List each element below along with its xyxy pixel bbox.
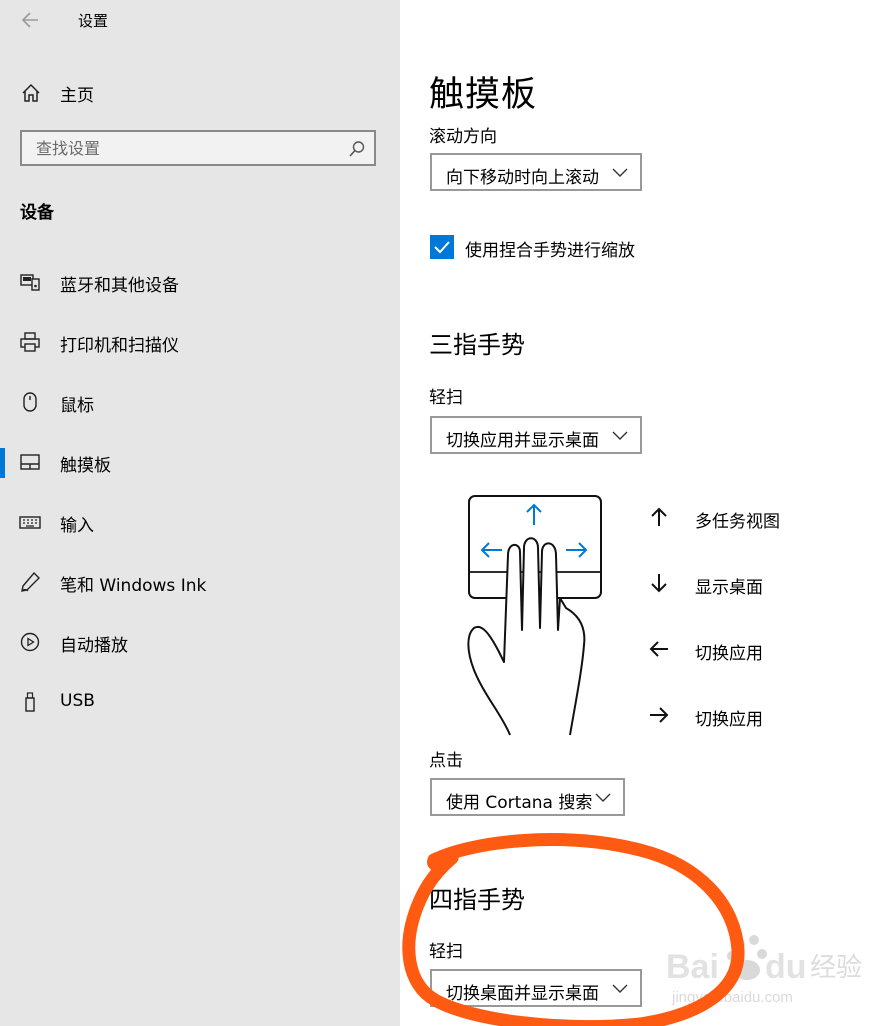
sidebar-item-label: 输入 xyxy=(60,516,94,536)
touchpad-icon xyxy=(20,454,40,470)
sidebar-item-label: USB xyxy=(60,691,95,711)
sidebar-item-usb[interactable]: USB xyxy=(0,680,400,724)
sidebar-item-touchpad[interactable]: 触摸板 xyxy=(0,440,400,484)
search-icon[interactable] xyxy=(348,140,366,158)
svg-text:Bai: Bai xyxy=(666,948,719,986)
watermark-logo: Bai du 经验 jingyan.baidu.com xyxy=(666,935,862,1006)
bluetooth-devices-icon xyxy=(20,274,40,291)
arrow-right-icon xyxy=(650,707,669,723)
three-finger-swipe-dropdown[interactable]: 切换应用并显示桌面 xyxy=(430,416,642,454)
three-finger-tap-label: 点击 xyxy=(429,751,463,771)
svg-text:经验: 经验 xyxy=(810,953,862,983)
dropdown-value: 向下移动时向上滚动 xyxy=(446,168,599,188)
sidebar-item-label: 鼠标 xyxy=(60,396,94,416)
three-finger-heading: 三指手势 xyxy=(429,331,525,359)
pinch-zoom-checkbox[interactable] xyxy=(430,235,454,259)
gesture-right-action: 切换应用 xyxy=(695,710,763,730)
home-icon xyxy=(22,83,40,102)
search-input[interactable] xyxy=(22,132,356,164)
scroll-direction-label: 滚动方向 xyxy=(429,127,497,147)
back-button[interactable] xyxy=(18,8,44,32)
dropdown-value: 切换应用并显示桌面 xyxy=(446,431,599,451)
search-box[interactable] xyxy=(20,130,376,166)
svg-text:du: du xyxy=(765,948,807,986)
four-finger-swipe-dropdown[interactable]: 切换桌面并显示桌面 xyxy=(430,969,642,1007)
gesture-up-action: 多任务视图 xyxy=(695,512,780,532)
dropdown-value: 切换桌面并显示桌面 xyxy=(446,984,599,1004)
baidu-jingyan-watermark: Bai du 经验 jingyan.baidu.com xyxy=(662,930,872,1026)
sidebar-item-typing[interactable]: 输入 xyxy=(0,500,400,544)
scroll-direction-dropdown[interactable]: 向下移动时向上滚动 xyxy=(430,153,642,191)
sidebar-item-label: 蓝牙和其他设备 xyxy=(60,276,179,296)
four-finger-swipe-label: 轻扫 xyxy=(429,942,463,962)
sidebar-item-label: 触摸板 xyxy=(60,456,111,476)
chevron-down-icon xyxy=(612,984,628,993)
sidebar-item-autoplay[interactable]: 自动播放 xyxy=(0,620,400,664)
sidebar-item-label: 自动播放 xyxy=(60,636,128,656)
active-indicator xyxy=(0,448,5,478)
dropdown-value: 使用 Cortana 搜索 xyxy=(446,793,593,813)
sidebar-item-label: 笔和 Windows Ink xyxy=(60,576,207,596)
pen-icon xyxy=(21,571,40,592)
arrow-up-icon xyxy=(651,507,667,526)
sidebar: 设置 主页 设备 蓝牙和其他设备 打印机和扫描仪 xyxy=(0,0,400,1026)
gesture-down-action: 显示桌面 xyxy=(695,578,763,598)
chevron-down-icon xyxy=(612,431,628,440)
four-finger-heading: 四指手势 xyxy=(429,886,525,914)
home-label: 主页 xyxy=(60,86,94,106)
main-content: 触摸板 滚动方向 向下移动时向上滚动 使用捏合手势进行缩放 三指手势 轻扫 切换… xyxy=(400,0,872,1026)
app-title: 设置 xyxy=(78,12,109,30)
three-finger-swipe-label: 轻扫 xyxy=(429,388,463,408)
back-arrow-icon xyxy=(21,12,38,28)
gesture-left-action: 切换应用 xyxy=(695,644,763,664)
three-finger-gesture-illustration xyxy=(467,495,602,736)
svg-text:jingyan.baidu.com: jingyan.baidu.com xyxy=(671,989,793,1006)
chevron-down-icon xyxy=(595,793,611,802)
sidebar-item-label: 打印机和扫描仪 xyxy=(60,336,179,356)
three-finger-tap-dropdown[interactable]: 使用 Cortana 搜索 xyxy=(430,778,625,816)
sidebar-item-mouse[interactable]: 鼠标 xyxy=(0,380,400,424)
arrow-down-icon xyxy=(651,574,667,593)
page-title: 触摸板 xyxy=(429,75,538,115)
home-nav-item[interactable]: 主页 xyxy=(0,72,400,112)
section-title: 设备 xyxy=(20,203,54,223)
sidebar-item-printers[interactable]: 打印机和扫描仪 xyxy=(0,320,400,364)
arrow-left-icon xyxy=(649,641,668,657)
pinch-zoom-label: 使用捏合手势进行缩放 xyxy=(465,241,635,261)
printer-icon xyxy=(20,332,40,352)
chevron-down-icon xyxy=(612,168,628,177)
sidebar-item-bluetooth[interactable]: 蓝牙和其他设备 xyxy=(0,260,400,304)
checkmark-icon xyxy=(434,241,450,254)
autoplay-icon xyxy=(20,632,40,652)
keyboard-icon xyxy=(19,516,41,529)
mouse-icon xyxy=(23,392,37,412)
usb-icon xyxy=(25,692,35,712)
sidebar-item-pen[interactable]: 笔和 Windows Ink xyxy=(0,560,400,604)
